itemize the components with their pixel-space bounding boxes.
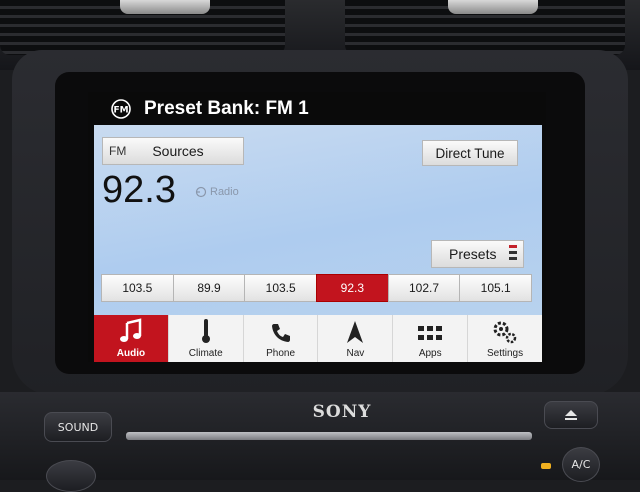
lower-left-knob[interactable]	[46, 460, 96, 492]
hd-radio-indicator: Radio	[194, 186, 239, 198]
preset-row: 103.5 89.9 103.5 92.3 102.7 105.1	[101, 274, 533, 302]
direct-tune-button[interactable]: Direct Tune	[422, 140, 518, 166]
nav-apps[interactable]: Apps	[393, 315, 469, 362]
eject-button[interactable]	[544, 401, 598, 429]
nav-audio[interactable]: Audio	[94, 315, 169, 362]
nav-phone[interactable]: Phone	[244, 315, 319, 362]
vent-knob-left[interactable]	[120, 0, 210, 14]
presets-button[interactable]: Presets	[431, 240, 524, 268]
sound-button[interactable]: SOUND	[44, 412, 112, 442]
nav-climate[interactable]: Climate	[169, 315, 244, 362]
nav-apps-label: Apps	[418, 348, 442, 359]
nav-nav[interactable]: Nav	[318, 315, 394, 362]
preset-bank-indicator-icon	[509, 245, 517, 263]
preset-button-5[interactable]: 102.7	[387, 274, 461, 302]
nav-arrow-icon	[347, 321, 364, 343]
eject-icon	[565, 410, 577, 420]
preset-button-1[interactable]: 103.5	[101, 274, 174, 302]
preset-button-6[interactable]: 105.1	[459, 274, 533, 302]
thermometer-icon	[201, 319, 210, 343]
nav-phone-label: Phone	[266, 348, 296, 359]
hd-radio-icon	[195, 186, 207, 198]
phone-icon	[271, 324, 290, 342]
status-led	[541, 463, 551, 469]
gears-icon	[493, 321, 517, 344]
preset-button-4[interactable]: 92.3	[316, 274, 389, 302]
nav-nav-label: Nav	[346, 348, 365, 359]
sources-label: Sources	[152, 143, 204, 159]
fm-radio-icon: FM	[111, 99, 131, 119]
svg-text:FM: FM	[113, 106, 128, 116]
apps-grid-icon	[418, 326, 443, 340]
page-title: Preset Bank: FM 1	[144, 98, 309, 119]
hd-radio-label: Radio	[210, 186, 239, 198]
sony-logo: SONY	[312, 402, 372, 422]
preset-button-2[interactable]: 89.9	[172, 274, 246, 302]
nav-audio-label: Audio	[116, 348, 146, 359]
current-frequency: 92.3	[102, 169, 176, 211]
band-label: FM	[109, 144, 127, 158]
vent-knob-right[interactable]	[448, 0, 538, 14]
nav-climate-label: Climate	[188, 348, 223, 359]
radio-content: FM Sources Direct Tune 92.3 Radio Preset…	[94, 125, 542, 315]
ac-button[interactable]: A/C	[562, 447, 600, 482]
preset-button-3[interactable]: 103.5	[244, 274, 318, 302]
infotainment-screen: FM Preset Bank: FM 1 FM Sources Direct T…	[88, 92, 546, 362]
cd-slot	[126, 432, 532, 440]
bottom-nav-bar: Audio Climate Phone Nav Apps Settings	[94, 315, 542, 362]
sources-button[interactable]: FM Sources	[102, 137, 244, 165]
nav-settings-label: Settings	[486, 348, 524, 359]
presets-label: Presets	[449, 246, 497, 262]
music-note-icon	[119, 318, 142, 342]
nav-settings[interactable]: Settings	[468, 315, 542, 362]
title-bar: FM Preset Bank: FM 1	[88, 92, 546, 126]
